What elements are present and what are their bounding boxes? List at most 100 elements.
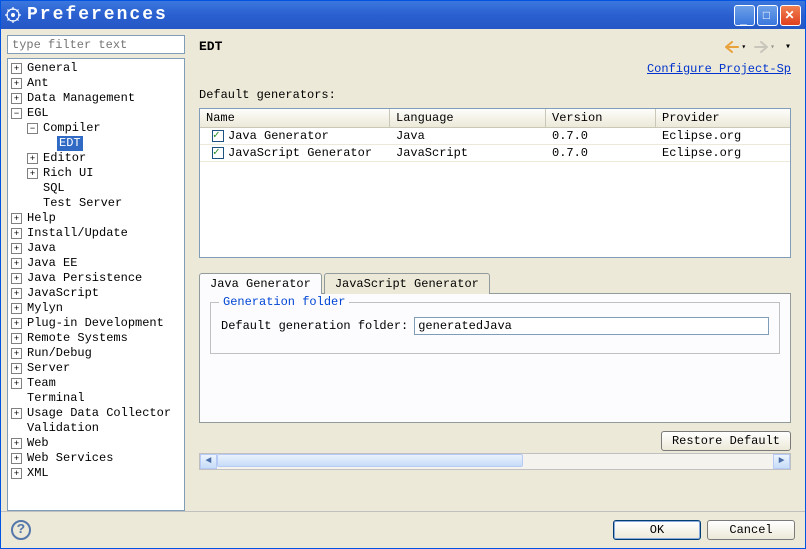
expand-icon[interactable]: +	[11, 243, 22, 254]
tree-item-test-server[interactable]: Test Server	[24, 196, 184, 211]
cell-name: JavaScript Generator	[228, 145, 372, 161]
default-generation-folder-label: Default generation folder:	[221, 319, 408, 333]
forward-button[interactable]: ▾	[754, 41, 775, 53]
tree-item-terminal[interactable]: Terminal	[8, 391, 184, 406]
default-generation-folder-input[interactable]	[414, 317, 769, 335]
preferences-tree[interactable]: +General+Ant+Data Management−EGL−Compile…	[7, 58, 185, 511]
maximize-button[interactable]: □	[757, 5, 778, 26]
tree-item-compiler[interactable]: −Compiler	[24, 121, 184, 136]
tree-item-label: EDT	[57, 136, 83, 151]
cell-provider: Eclipse.org	[656, 128, 790, 144]
tab-javascript-generator[interactable]: JavaScript Generator	[324, 273, 490, 294]
expand-icon[interactable]: +	[11, 348, 22, 359]
tree-item-label: Editor	[41, 151, 88, 166]
table-row[interactable]: JavaScript GeneratorJavaScript0.7.0Eclip…	[200, 145, 790, 162]
tree-item-plug-in-development[interactable]: +Plug-in Development	[8, 316, 184, 331]
table-header: Name Language Version Provider	[200, 109, 790, 128]
collapse-icon[interactable]: −	[11, 108, 22, 119]
row-checkbox[interactable]	[212, 147, 224, 159]
tree-item-ant[interactable]: +Ant	[8, 76, 184, 91]
expand-icon[interactable]: +	[11, 93, 22, 104]
expand-icon[interactable]: +	[11, 288, 22, 299]
expand-icon[interactable]: +	[11, 78, 22, 89]
configure-project-link[interactable]: Configure Project-Sp	[191, 58, 799, 84]
tree-item-server[interactable]: +Server	[8, 361, 184, 376]
expand-icon[interactable]: +	[11, 63, 22, 74]
expand-icon[interactable]: +	[11, 333, 22, 344]
tree-item-help[interactable]: +Help	[8, 211, 184, 226]
tree-item-install-update[interactable]: +Install/Update	[8, 226, 184, 241]
expand-icon[interactable]: +	[27, 168, 38, 179]
cancel-button[interactable]: Cancel	[707, 520, 795, 540]
tree-item-label: Help	[25, 211, 58, 226]
tree-item-label: Ant	[25, 76, 51, 91]
tree-item-team[interactable]: +Team	[8, 376, 184, 391]
expand-icon[interactable]: +	[11, 213, 22, 224]
expand-icon[interactable]: +	[11, 273, 22, 284]
view-menu-button[interactable]: ▾	[785, 41, 791, 53]
tree-item-web-services[interactable]: +Web Services	[8, 451, 184, 466]
tree-item-web[interactable]: +Web	[8, 436, 184, 451]
expand-icon[interactable]: +	[11, 453, 22, 464]
scroll-right-button[interactable]: ►	[773, 454, 790, 469]
tree-item-label: Install/Update	[25, 226, 130, 241]
scroll-left-button[interactable]: ◄	[200, 454, 217, 469]
tree-item-label: Data Management	[25, 91, 137, 106]
tree-item-editor[interactable]: +Editor	[24, 151, 184, 166]
tree-item-xml[interactable]: +XML	[8, 466, 184, 481]
col-language[interactable]: Language	[390, 109, 546, 127]
col-name[interactable]: Name	[200, 109, 390, 127]
col-version[interactable]: Version	[546, 109, 656, 127]
restore-defaults-button[interactable]: Restore Default	[661, 431, 791, 451]
table-row[interactable]: Java GeneratorJava0.7.0Eclipse.org	[200, 128, 790, 145]
expand-icon[interactable]: +	[11, 318, 22, 329]
tree-item-egl[interactable]: −EGL	[8, 106, 184, 121]
tree-item-remote-systems[interactable]: +Remote Systems	[8, 331, 184, 346]
expand-icon[interactable]: +	[11, 258, 22, 269]
tree-spacer-icon	[27, 183, 38, 194]
tree-item-data-management[interactable]: +Data Management	[8, 91, 184, 106]
tree-item-validation[interactable]: Validation	[8, 421, 184, 436]
expand-icon[interactable]: +	[27, 153, 38, 164]
expand-icon[interactable]: +	[11, 228, 22, 239]
default-generators-label: Default generators:	[191, 84, 799, 108]
tree-item-java-persistence[interactable]: +Java Persistence	[8, 271, 184, 286]
tree-item-java-ee[interactable]: +Java EE	[8, 256, 184, 271]
horizontal-scrollbar[interactable]: ◄ ►	[199, 453, 791, 470]
tree-item-rich-ui[interactable]: +Rich UI	[24, 166, 184, 181]
tree-item-sql[interactable]: SQL	[24, 181, 184, 196]
tab-java-generator[interactable]: Java Generator	[199, 273, 322, 294]
tree-item-java[interactable]: +Java	[8, 241, 184, 256]
back-button[interactable]: ▾	[725, 41, 746, 53]
tree-item-usage-data-collector[interactable]: +Usage Data Collector	[8, 406, 184, 421]
tree-item-mylyn[interactable]: +Mylyn	[8, 301, 184, 316]
cell-provider: Eclipse.org	[656, 145, 790, 161]
tree-item-label: Remote Systems	[25, 331, 130, 346]
filter-input[interactable]	[7, 35, 185, 54]
scroll-thumb[interactable]	[217, 454, 523, 467]
left-pane: +General+Ant+Data Management−EGL−Compile…	[7, 35, 185, 511]
tree-item-javascript[interactable]: +JavaScript	[8, 286, 184, 301]
expand-icon[interactable]: +	[11, 378, 22, 389]
cell-language: JavaScript	[390, 145, 546, 161]
tree-item-general[interactable]: +General	[8, 61, 184, 76]
close-button[interactable]: ✕	[780, 5, 801, 26]
tree-item-label: Test Server	[41, 196, 124, 211]
row-checkbox[interactable]	[212, 130, 224, 142]
expand-icon[interactable]: +	[11, 438, 22, 449]
ok-button[interactable]: OK	[613, 520, 701, 540]
col-provider[interactable]: Provider	[656, 109, 790, 127]
collapse-icon[interactable]: −	[27, 123, 38, 134]
window-title: Preferences	[27, 5, 168, 25]
right-pane: EDT ▾ ▾ ▾ Configure Project-Sp Default g…	[191, 35, 799, 511]
tree-item-label: General	[25, 61, 79, 76]
tree-item-edt[interactable]: EDT	[40, 136, 184, 151]
expand-icon[interactable]: +	[11, 303, 22, 314]
help-button[interactable]: ?	[11, 520, 31, 540]
expand-icon[interactable]: +	[11, 363, 22, 374]
cell-version: 0.7.0	[546, 128, 656, 144]
minimize-button[interactable]: _	[734, 5, 755, 26]
expand-icon[interactable]: +	[11, 468, 22, 479]
expand-icon[interactable]: +	[11, 408, 22, 419]
tree-item-run-debug[interactable]: +Run/Debug	[8, 346, 184, 361]
